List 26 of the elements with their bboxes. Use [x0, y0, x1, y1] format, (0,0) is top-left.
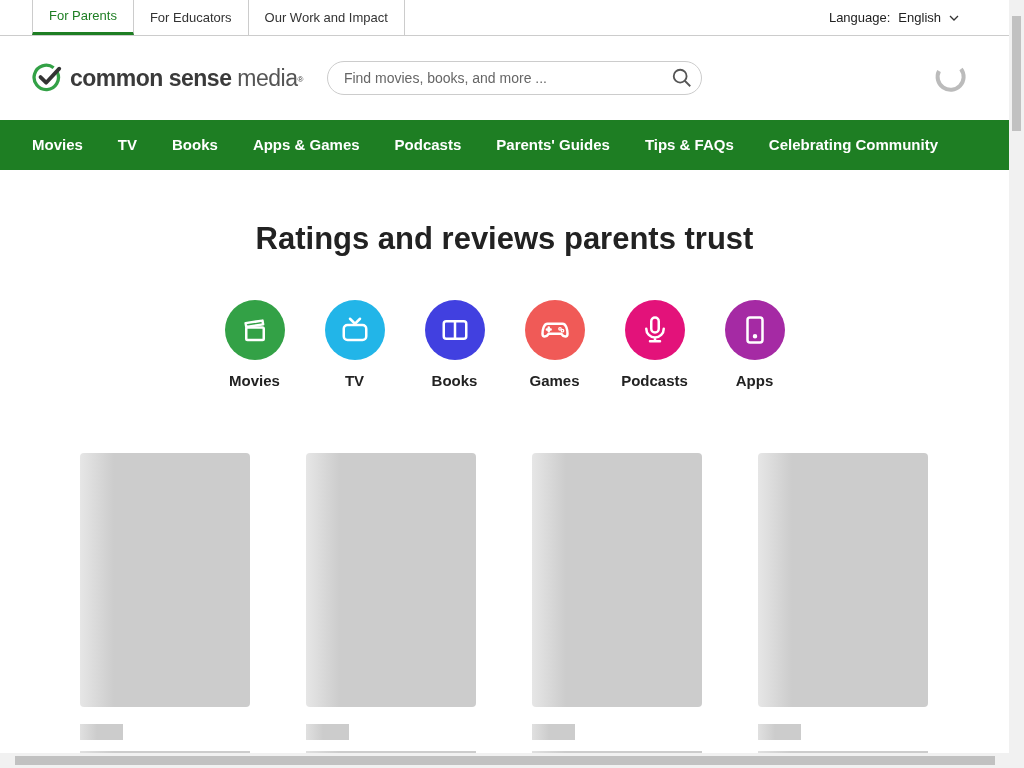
top-tab[interactable]: For Educators — [133, 0, 249, 35]
category-link[interactable]: Games — [524, 300, 585, 393]
nav-link[interactable]: Books — [172, 133, 218, 157]
horizontal-scrollbar[interactable] — [0, 753, 1024, 768]
category-link[interactable]: Apps — [724, 300, 785, 393]
language-label: Language: — [828, 8, 891, 27]
category-link[interactable]: TV — [324, 300, 385, 393]
nav-link[interactable]: Podcasts — [394, 133, 462, 157]
chevron-down-icon — [949, 14, 959, 21]
nav-link[interactable]: TV — [117, 133, 138, 157]
search-icon[interactable] — [670, 67, 693, 89]
nav-link[interactable]: Apps & Games — [252, 133, 360, 157]
nav-link[interactable]: Parents' Guides — [496, 133, 610, 157]
nav-link[interactable]: Tips & FAQs — [644, 133, 734, 157]
category-link[interactable]: Books — [424, 300, 485, 393]
top-tab[interactable]: For Parents — [32, 0, 134, 35]
search-field[interactable]: Find movies, books, and more ... — [326, 61, 702, 95]
nav-link[interactable]: Celebrating Community — [768, 133, 938, 157]
vertical-scrollbar[interactable] — [1009, 0, 1024, 753]
language-select[interactable]: English — [896, 7, 961, 28]
page-heading: Ratings and reviews parents trust — [254, 220, 755, 258]
logo[interactable]: common sense media$^{®}$ — [32, 60, 303, 96]
top-tab[interactable]: Our Work and Impact — [248, 0, 405, 35]
checkmark-logo-icon — [32, 63, 64, 93]
nav-link[interactable]: Movies — [32, 133, 83, 157]
category-link[interactable]: Movies — [224, 300, 285, 393]
